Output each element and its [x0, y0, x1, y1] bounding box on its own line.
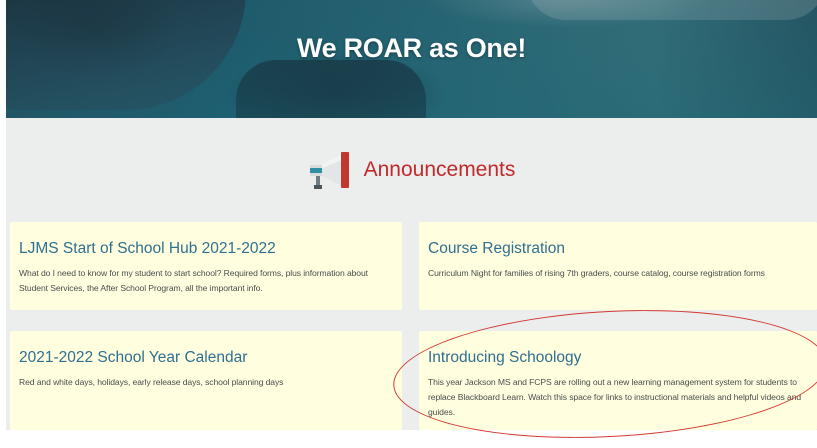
- card-start-of-school[interactable]: LJMS Start of School Hub 2021-2022 What …: [10, 222, 402, 310]
- megaphone-icon: [309, 152, 349, 189]
- card-description: Curriculum Night for families of rising …: [428, 268, 765, 278]
- hero-banner: We ROAR as One!: [6, 0, 817, 118]
- page: We ROAR as One! Announcements LJMS Start…: [6, 0, 817, 430]
- card-introducing-schoology[interactable]: Introducing Schoology This year Jackson …: [419, 331, 817, 430]
- hero-title: We ROAR as One!: [296, 33, 527, 63]
- card-title[interactable]: Introducing Schoology: [428, 349, 581, 367]
- card-title[interactable]: 2021-2022 School Year Calendar: [19, 349, 247, 367]
- card-title[interactable]: Course Registration: [428, 240, 565, 258]
- announcements-header: Announcements: [6, 148, 817, 192]
- announcements-title: Announcements: [363, 158, 516, 181]
- card-description: Red and white days, holidays, early rele…: [19, 377, 284, 387]
- card-school-year-calendar[interactable]: 2021-2022 School Year Calendar Red and w…: [10, 331, 402, 430]
- card-title[interactable]: LJMS Start of School Hub 2021-2022: [19, 240, 276, 258]
- card-description: This year Jackson MS and FCPS are rollin…: [428, 377, 802, 417]
- card-course-registration[interactable]: Course Registration Curriculum Night for…: [419, 222, 817, 310]
- card-description: What do I need to know for my student to…: [19, 268, 368, 293]
